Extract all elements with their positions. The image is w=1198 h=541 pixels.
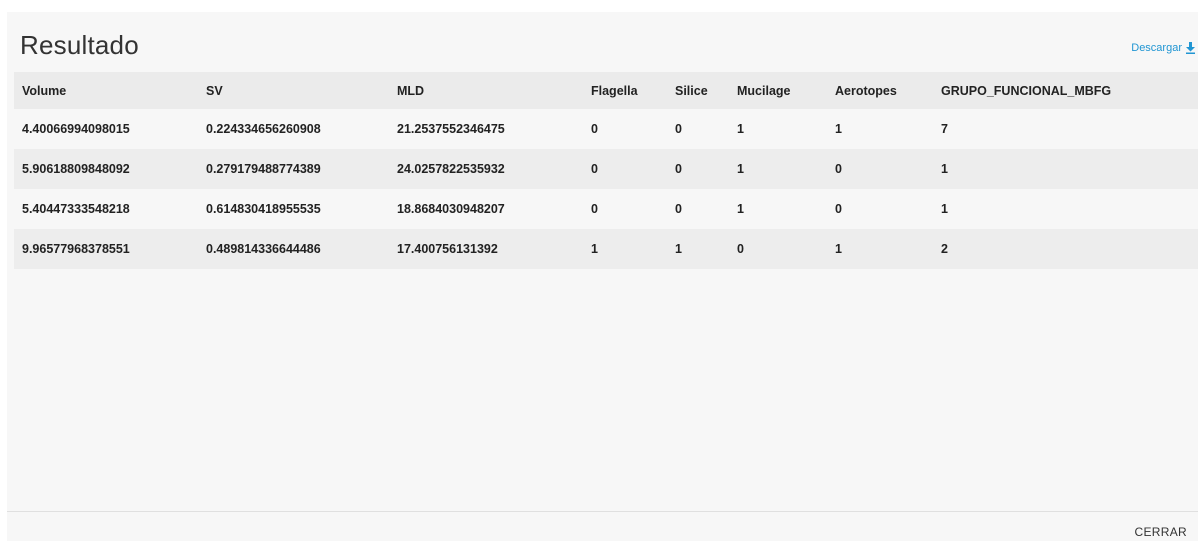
table-cell: 0.489814336644486 (206, 242, 321, 256)
table-cell: 2 (941, 242, 948, 256)
close-button[interactable]: CERRAR (1135, 525, 1187, 539)
column-header[interactable]: Volume (14, 72, 198, 109)
table-cell: 0.279179488774389 (206, 162, 321, 176)
table-cell: 4.40066994098015 (22, 122, 130, 136)
table-cell: 0 (835, 162, 842, 176)
column-header[interactable]: SV (198, 72, 389, 109)
table-cell: 1 (835, 242, 842, 256)
table-cell: 21.2537552346475 (397, 122, 505, 136)
table-cell: 7 (941, 122, 948, 136)
table-row: 5.90618809848092 0.279179488774389 24.02… (14, 149, 1198, 189)
table-cell: 24.0257822535932 (397, 162, 505, 176)
table-cell: 1 (737, 122, 744, 136)
table-cell: 0 (591, 162, 598, 176)
column-header[interactable]: Flagella (583, 72, 667, 109)
table-cell: 1 (737, 202, 744, 216)
table-cell: 0 (675, 122, 682, 136)
result-dialog: Resultado Descargar Volume SV MLD Flagel… (7, 12, 1198, 541)
table-cell: 0 (737, 242, 744, 256)
table-cell: 1 (941, 202, 948, 216)
column-header[interactable]: GRUPO_FUNCIONAL_MBFG (933, 72, 1198, 109)
table-cell: 0.224334656260908 (206, 122, 321, 136)
table-cell: 0 (835, 202, 842, 216)
table-row: 9.96577968378551 0.489814336644486 17.40… (14, 229, 1198, 269)
table-cell: 17.400756131392 (397, 242, 498, 256)
table-cell: 0 (591, 202, 598, 216)
table-header-row: Volume SV MLD Flagella Silice Mucilage A… (14, 72, 1198, 109)
column-header[interactable]: Mucilage (729, 72, 827, 109)
footer-divider (7, 511, 1198, 512)
table-cell: 0 (675, 162, 682, 176)
download-link[interactable]: Descargar (1131, 42, 1196, 54)
results-table: Volume SV MLD Flagella Silice Mucilage A… (14, 72, 1198, 269)
table-cell: 1 (941, 162, 948, 176)
table-cell: 0.614830418955535 (206, 202, 321, 216)
table-row: 5.40447333548218 0.614830418955535 18.86… (14, 189, 1198, 229)
dialog-title: Resultado (20, 30, 139, 60)
download-label: Descargar (1131, 42, 1182, 54)
table-cell: 1 (591, 242, 598, 256)
table-row: 4.40066994098015 0.224334656260908 21.25… (14, 109, 1198, 149)
table-cell: 18.8684030948207 (397, 202, 505, 216)
table-cell: 1 (737, 162, 744, 176)
column-header[interactable]: MLD (389, 72, 583, 109)
table-cell: 9.96577968378551 (22, 242, 130, 256)
table-cell: 5.40447333548218 (22, 202, 130, 216)
column-header[interactable]: Silice (667, 72, 729, 109)
table-cell: 5.90618809848092 (22, 162, 130, 176)
column-header[interactable]: Aerotopes (827, 72, 933, 109)
table-cell: 0 (591, 122, 598, 136)
table-cell: 1 (835, 122, 842, 136)
table-cell: 1 (675, 242, 682, 256)
table-cell: 0 (675, 202, 682, 216)
download-icon (1185, 42, 1196, 54)
